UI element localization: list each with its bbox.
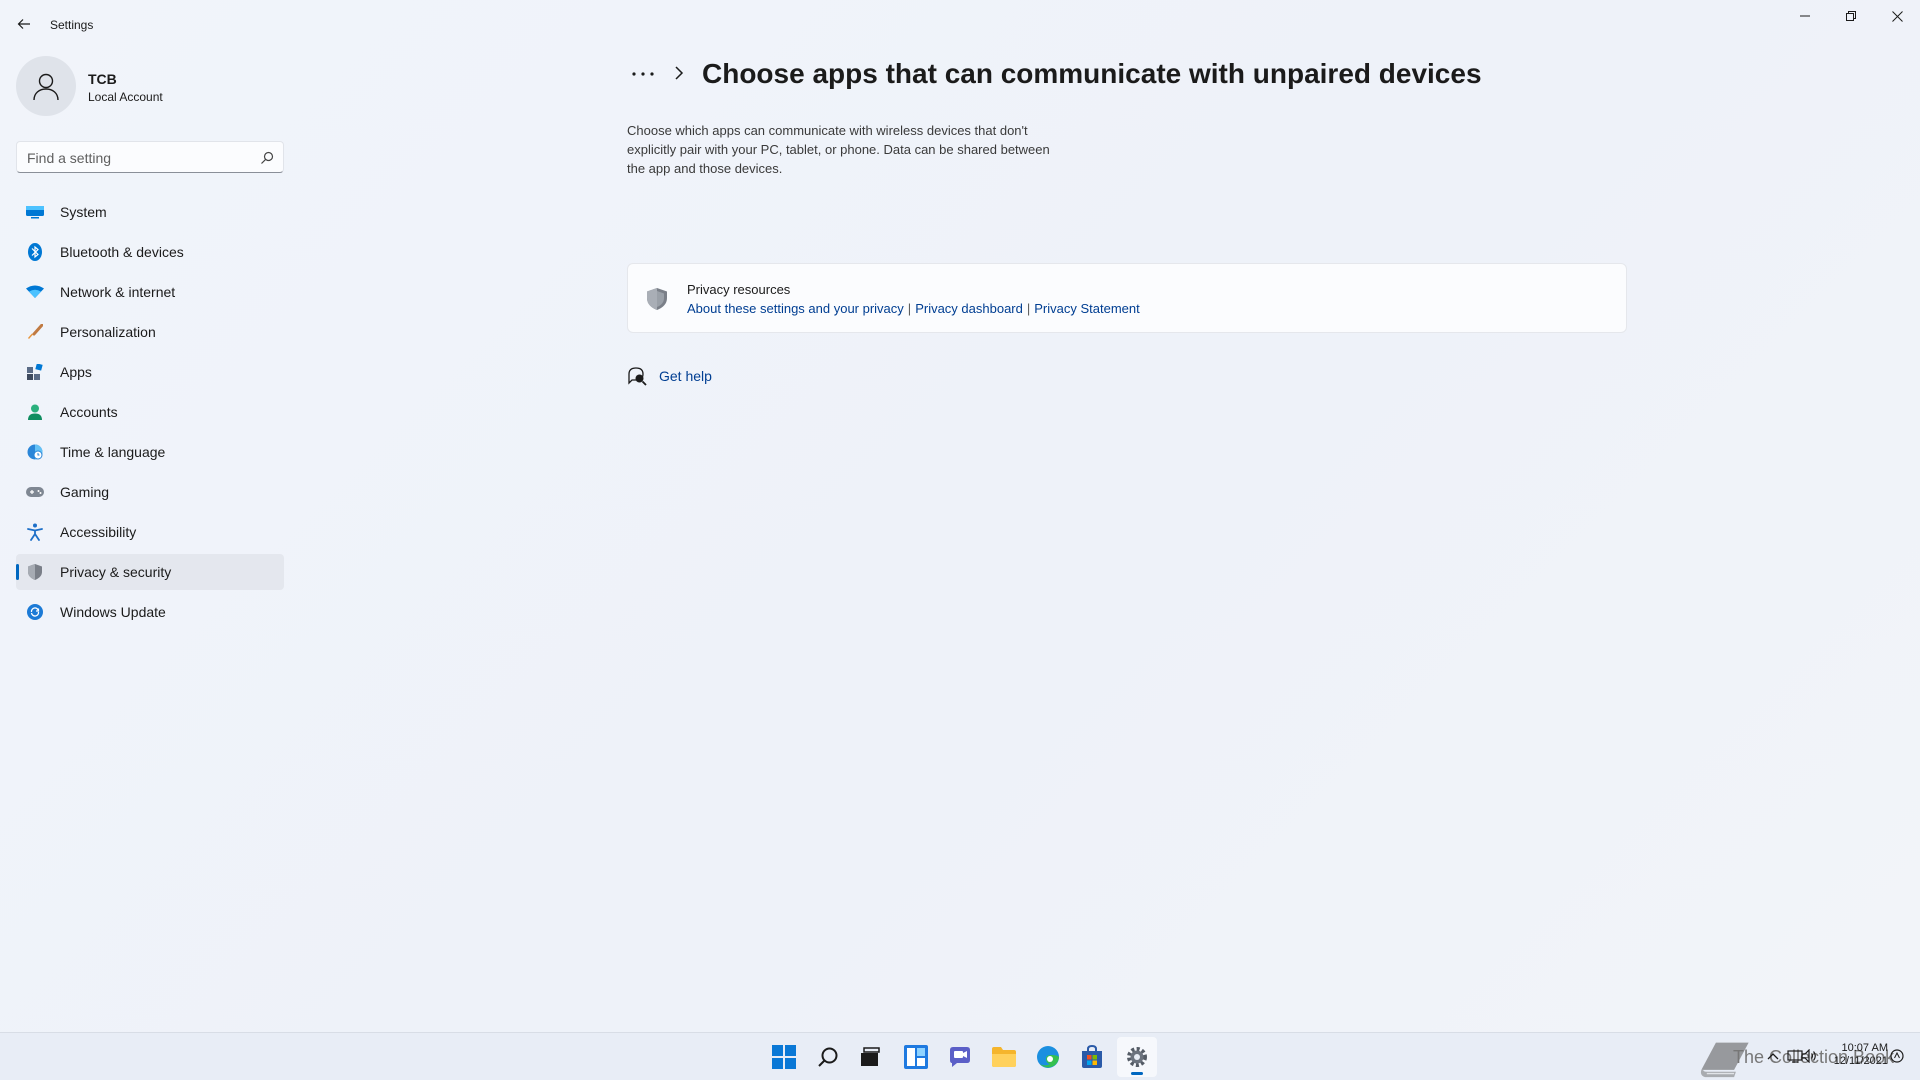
- sidebar-item-accessibility[interactable]: Accessibility: [16, 514, 284, 550]
- chevron-right-icon: [675, 66, 684, 80]
- brush-icon: [26, 323, 44, 341]
- breadcrumb-overflow-button[interactable]: [628, 62, 658, 86]
- clock[interactable]: 10:07 AM 12/11/2021: [1818, 1042, 1888, 1068]
- bluetooth-icon: [26, 243, 44, 261]
- app-title: Settings: [50, 18, 94, 32]
- update-icon: [26, 603, 44, 621]
- search-input[interactable]: [27, 148, 247, 168]
- search-box[interactable]: [16, 141, 284, 173]
- sidebar-item-label: Personalization: [60, 324, 156, 340]
- start-icon: [772, 1045, 796, 1069]
- chevron-up-icon: [1767, 1053, 1779, 1060]
- minimize-icon: [1800, 15, 1810, 17]
- shield-icon: [647, 288, 667, 310]
- minimize-button[interactable]: [1782, 0, 1828, 32]
- privacy-dashboard-link[interactable]: Privacy dashboard: [915, 301, 1023, 316]
- notification-icon: [1890, 1049, 1904, 1063]
- file-explorer-icon: [992, 1047, 1016, 1067]
- sidebar-item-windows-update[interactable]: Windows Update: [16, 594, 284, 630]
- help-icon: [628, 367, 647, 386]
- widgets-button[interactable]: [896, 1037, 936, 1077]
- privacy-statement-link[interactable]: Privacy Statement: [1034, 301, 1140, 316]
- notifications-button[interactable]: [1888, 1047, 1906, 1065]
- chat-button[interactable]: [940, 1037, 980, 1077]
- shield-icon: [26, 563, 44, 581]
- privacy-links: About these settings and your privacy | Pr…: [687, 301, 1140, 316]
- page-description: Choose which apps can communicate with w…: [627, 123, 1050, 176]
- sidebar-item-bluetooth-devices[interactable]: Bluetooth & devices: [16, 234, 284, 270]
- sidebar-item-system[interactable]: System: [16, 194, 284, 230]
- store-button[interactable]: [1072, 1037, 1112, 1077]
- globe-clock-icon: [26, 443, 44, 461]
- wifi-icon: [26, 283, 44, 301]
- sidebar-item-gaming[interactable]: Gaming: [16, 474, 284, 510]
- show-hidden-icons-button[interactable]: [1764, 1047, 1782, 1065]
- restore-icon: [1846, 11, 1856, 21]
- avatar: [16, 56, 76, 116]
- edge-icon: [1037, 1046, 1059, 1068]
- settings-icon: [1127, 1047, 1147, 1067]
- sidebar-item-label: Accounts: [60, 404, 118, 420]
- accessibility-icon: [26, 523, 44, 541]
- sidebar-item-label: Privacy & security: [60, 564, 172, 580]
- sidebar-item-time-language[interactable]: Time & language: [16, 434, 284, 470]
- user-icon: [33, 73, 59, 101]
- settings-window: Settings TCB Local Account System Blueto…: [0, 0, 1920, 1032]
- taskbar-search-button[interactable]: [808, 1037, 848, 1077]
- close-button[interactable]: [1874, 0, 1920, 32]
- settings-taskbar-button[interactable]: [1117, 1037, 1157, 1077]
- edge-button[interactable]: [1028, 1037, 1068, 1077]
- sidebar-item-personalization[interactable]: Personalization: [16, 314, 284, 350]
- user-profile[interactable]: TCB Local Account: [16, 56, 286, 120]
- sidebar-item-label: Network & internet: [60, 284, 176, 300]
- volume-button[interactable]: [1800, 1047, 1818, 1065]
- link-separator: |: [1026, 301, 1031, 316]
- about-privacy-settings-link[interactable]: About these settings and your privacy: [687, 301, 904, 316]
- sidebar-item-network-internet[interactable]: Network & internet: [16, 274, 284, 310]
- get-help-link[interactable]: Get help: [627, 364, 827, 388]
- get-help-label: Get help: [659, 368, 712, 384]
- file-explorer-button[interactable]: [984, 1037, 1024, 1077]
- person-icon: [26, 403, 44, 421]
- close-icon: [1891, 10, 1903, 22]
- back-arrow-icon: [17, 19, 30, 29]
- apps-icon: [26, 363, 44, 381]
- link-separator: |: [907, 301, 912, 316]
- chat-icon: [950, 1047, 970, 1067]
- breadcrumb: Choose apps that can communicate with un…: [628, 56, 1628, 96]
- search-icon[interactable]: [259, 150, 275, 166]
- taskbar: The Collection Book 10:07 AM 12/11/2021: [0, 1032, 1920, 1080]
- task-view-button[interactable]: [850, 1037, 890, 1077]
- profile-name: TCB: [88, 71, 117, 87]
- sidebar-item-privacy-security[interactable]: Privacy & security: [16, 554, 284, 590]
- sidebar-item-label: Accessibility: [60, 524, 137, 540]
- sidebar-item-label: Bluetooth & devices: [60, 244, 184, 260]
- clock-time: 10:07 AM: [1841, 1042, 1888, 1054]
- sidebar-item-apps[interactable]: Apps: [16, 354, 284, 390]
- sidebar-item-label: Gaming: [60, 484, 110, 500]
- store-icon: [1082, 1045, 1102, 1068]
- restore-button[interactable]: [1828, 0, 1874, 32]
- sidebar-item-label: System: [60, 204, 107, 220]
- gamepad-icon: [26, 483, 44, 501]
- monitor-icon: [26, 203, 44, 221]
- sidebar-item-label: Time & language: [60, 444, 166, 460]
- task-view-icon: [861, 1047, 880, 1066]
- back-button[interactable]: [10, 10, 38, 38]
- more-icon: [632, 72, 654, 76]
- search-icon: [818, 1047, 838, 1067]
- privacy-resources-card: Privacy resources About these settings a…: [627, 263, 1627, 333]
- sidebar-item-label: Apps: [60, 364, 92, 380]
- clock-date: 12/11/2021: [1833, 1055, 1888, 1067]
- start-button[interactable]: [764, 1037, 804, 1077]
- speaker-icon: [1801, 1049, 1816, 1063]
- widgets-icon: [904, 1045, 928, 1069]
- sidebar-item-accounts[interactable]: Accounts: [16, 394, 284, 430]
- sidebar-item-label: Windows Update: [60, 604, 166, 620]
- page-title: Choose apps that can communicate with un…: [702, 58, 1482, 89]
- sidebar-nav: System Bluetooth & devices Network & int…: [16, 194, 284, 634]
- profile-account-type: Local Account: [88, 90, 163, 104]
- title-bar: Settings: [0, 0, 1920, 48]
- privacy-resources-title: Privacy resources: [687, 282, 791, 297]
